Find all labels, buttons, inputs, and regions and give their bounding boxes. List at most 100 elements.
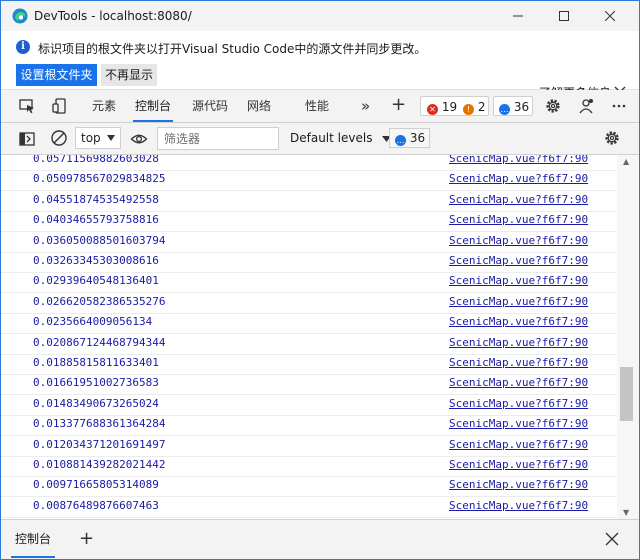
source-link[interactable]: ScenicMap.vue?f6f7:90: [449, 376, 588, 389]
tab-elements[interactable]: 元素: [92, 90, 116, 122]
source-link[interactable]: ScenicMap.vue?f6f7:90: [449, 315, 588, 328]
console-toolbar: top Default levels … 36: [1, 123, 639, 155]
source-link[interactable]: ScenicMap.vue?f6f7:90: [449, 274, 588, 287]
minimize-button[interactable]: [495, 1, 541, 31]
eye-icon[interactable]: [130, 130, 148, 148]
message-count: 36: [513, 100, 530, 114]
log-row: 0.04034655793758816 ScenicMap.vue?f6f7:90: [1, 212, 617, 232]
source-link[interactable]: ScenicMap.vue?f6f7:90: [449, 438, 588, 451]
scroll-up-arrow-icon[interactable]: ▲: [623, 157, 629, 166]
inspect-element-icon[interactable]: [18, 97, 36, 115]
log-value: 0.04551874535492558: [33, 193, 159, 206]
warning-icon: !: [463, 104, 474, 115]
tab-console[interactable]: 控制台: [132, 90, 174, 122]
message-icon: …: [395, 135, 406, 146]
log-levels-dropdown[interactable]: Default levels: [290, 127, 392, 149]
source-link[interactable]: ScenicMap.vue?f6f7:90: [449, 499, 588, 512]
log-row: 0.0235664009056134 ScenicMap.vue?f6f7:90: [1, 314, 617, 334]
edge-icon: [12, 8, 28, 24]
set-root-folder-button[interactable]: 设置根文件夹: [16, 64, 97, 86]
source-link[interactable]: ScenicMap.vue?f6f7:90: [449, 458, 588, 471]
log-value: 0.0235664009056134: [33, 315, 153, 328]
source-link[interactable]: ScenicMap.vue?f6f7:90: [449, 193, 588, 206]
log-row: 0.010881439282021442 ScenicMap.vue?f6f7:9…: [1, 457, 617, 477]
source-link[interactable]: ScenicMap.vue?f6f7:90: [449, 295, 588, 308]
source-link[interactable]: ScenicMap.vue?f6f7:90: [449, 172, 588, 185]
messages-counter[interactable]: … 36: [493, 96, 533, 116]
plus-icon[interactable]: +: [391, 94, 406, 115]
plus-icon[interactable]: +: [79, 528, 94, 549]
sidebar-toggle-icon[interactable]: [18, 130, 36, 148]
log-value: 0.02939640548136401: [33, 274, 159, 287]
source-link[interactable]: ScenicMap.vue?f6f7:90: [449, 336, 588, 349]
log-scrollbar[interactable]: ▲ ▼: [617, 155, 639, 519]
issues-counter[interactable]: ✕ 19 ! 2: [420, 96, 489, 116]
source-link[interactable]: ScenicMap.vue?f6f7:90: [449, 234, 588, 247]
log-value: 0.036050088501603794: [33, 234, 166, 247]
double-chevron-right-icon[interactable]: »: [361, 97, 370, 115]
close-icon[interactable]: [605, 532, 619, 546]
log-value: 0.01885815811633401: [33, 356, 159, 369]
source-link[interactable]: ScenicMap.vue?f6f7:90: [449, 213, 588, 226]
log-row: 0.05711569882603028 ScenicMap.vue?f6f7:90: [1, 155, 617, 171]
log-value: 0.020867124468794344: [33, 336, 166, 349]
console-message-count: 36: [409, 131, 426, 145]
tab-performance[interactable]: 性能: [305, 90, 329, 122]
log-levels-label: Default levels: [290, 131, 373, 145]
log-row: 0.009716658053140​89 ScenicMap.vue?f6f7:9…: [1, 477, 617, 497]
tab-network[interactable]: 网络: [247, 90, 271, 122]
log-value: 0.026620582386535276: [33, 295, 166, 308]
source-link[interactable]: ScenicMap.vue?f6f7:90: [449, 356, 588, 369]
chevron-down-icon: [107, 135, 115, 141]
console-settings-gear-icon[interactable]: [603, 129, 621, 147]
connect-icon[interactable]: [577, 97, 595, 115]
log-row: 0.01885815811633401 ScenicMap.vue?f6f7:90: [1, 355, 617, 375]
log-row: 0.050978567029834825 ScenicMap.vue?f6f7:9…: [1, 171, 617, 191]
context-select[interactable]: top: [75, 127, 121, 149]
source-link[interactable]: ScenicMap.vue?f6f7:90: [449, 478, 588, 491]
gear-icon[interactable]: [544, 97, 562, 115]
source-link[interactable]: ScenicMap.vue?f6f7:90: [449, 417, 588, 430]
workspace-info-bar: i 标识项目的根文件夹以打开Visual Studio Code中的源文件并同步…: [1, 31, 639, 100]
maximize-icon: [559, 11, 569, 21]
source-link[interactable]: ScenicMap.vue?f6f7:90: [449, 155, 588, 165]
log-row: 0.013377688361364284 ScenicMap.vue?f6f7:9…: [1, 416, 617, 436]
main-tab-bar: 元素 控制台 源代码 网络 性能 » + ✕ 19 ! 2 … 36: [1, 90, 639, 123]
scroll-down-arrow-icon[interactable]: ▼: [623, 508, 629, 517]
log-value: 0.012034371201691497: [33, 438, 166, 451]
log-value: 0.050978567029834825: [33, 172, 166, 185]
maximize-button[interactable]: [541, 1, 587, 31]
log-value: 0.01661951002736583: [33, 376, 159, 389]
message-icon: …: [499, 104, 510, 115]
filter-input[interactable]: [157, 127, 279, 150]
log-row: 0.01661951002736583 ScenicMap.vue?f6f7:90: [1, 375, 617, 395]
devtools-window: DevTools - localhost:8080/ i 标识项目的根文件夹以打…: [0, 0, 640, 560]
drawer-tab-bar: 控制台 +: [1, 519, 639, 559]
log-row: 0.03263345303008616 ScenicMap.vue?f6f7:90: [1, 253, 617, 273]
drawer-tab-console[interactable]: 控制台: [10, 520, 56, 558]
log-row: 0.012034371201691497 ScenicMap.vue?f6f7:9…: [1, 437, 617, 457]
ellipsis-icon[interactable]: [610, 97, 628, 115]
clear-console-icon[interactable]: [50, 129, 68, 147]
log-row: 0.02939640548136401 ScenicMap.vue?f6f7:90: [1, 273, 617, 293]
context-value: top: [81, 131, 101, 145]
log-value: 0.04034655793758816: [33, 213, 159, 226]
source-link[interactable]: ScenicMap.vue?f6f7:90: [449, 254, 588, 267]
log-value: 0.03263345303008616: [33, 254, 159, 267]
log-row: 0.01483490673265024 ScenicMap.vue?f6f7:90: [1, 396, 617, 416]
error-icon: ✕: [427, 104, 438, 115]
log-row: 0.036050088501603794 ScenicMap.vue?f6f7:9…: [1, 233, 617, 253]
device-toolbar-icon[interactable]: [51, 97, 69, 115]
log-value: 0.00876489876607463: [33, 499, 159, 512]
log-value: 0.010881439282021442: [33, 458, 166, 471]
console-message-counter[interactable]: … 36: [389, 128, 430, 148]
info-icon: i: [16, 40, 30, 54]
title-bar: DevTools - localhost:8080/: [1, 1, 639, 31]
scrollbar-thumb[interactable]: [620, 367, 633, 421]
tab-sources[interactable]: 源代码: [192, 90, 228, 122]
close-window-button[interactable]: [587, 1, 633, 31]
error-count: 19: [441, 100, 458, 114]
window-title: DevTools - localhost:8080/: [34, 9, 192, 23]
source-link[interactable]: ScenicMap.vue?f6f7:90: [449, 397, 588, 410]
dont-show-again-button[interactable]: 不再显示: [101, 64, 157, 86]
